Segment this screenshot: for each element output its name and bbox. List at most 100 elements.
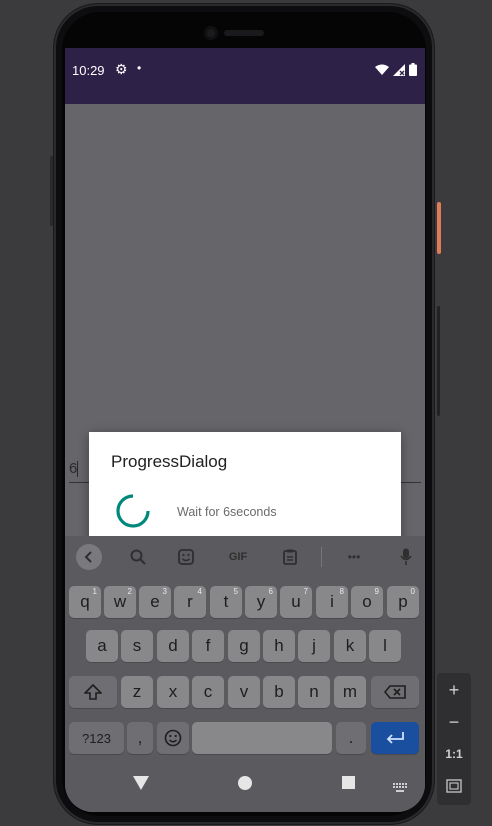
chevron-left-icon: [84, 551, 92, 563]
volume-button[interactable]: [437, 306, 440, 416]
home-nav-icon[interactable]: [238, 776, 252, 795]
text-cursor: [77, 461, 79, 478]
key-h[interactable]: h: [263, 630, 295, 662]
zoom-ratio-button[interactable]: 1:1: [437, 739, 471, 769]
key-label: t: [223, 592, 229, 611]
key-j[interactable]: j: [298, 630, 330, 662]
toolbar-back-button[interactable]: [76, 544, 102, 570]
clipboard-icon[interactable]: [277, 544, 303, 570]
status-icons: [375, 63, 417, 76]
key-x[interactable]: x: [157, 676, 189, 708]
zoom-out-button[interactable]: −: [437, 707, 471, 737]
key-label: w: [113, 592, 127, 611]
wifi-icon: [375, 64, 389, 75]
key-label: o: [362, 592, 372, 611]
key-q[interactable]: q1: [69, 586, 101, 618]
enter-key[interactable]: [371, 722, 419, 754]
key-p[interactable]: p0: [387, 586, 419, 618]
dialog-message: Wait for 6seconds: [177, 505, 277, 519]
speaker-grille: [224, 30, 264, 36]
backspace-icon: [384, 685, 406, 699]
comma-key[interactable]: ,: [127, 722, 153, 754]
symbols-key[interactable]: ?123: [69, 722, 124, 754]
key-label: u: [291, 592, 301, 611]
key-e[interactable]: e3: [139, 586, 171, 618]
key-hint: 6: [268, 587, 273, 596]
key-hint: 1: [92, 587, 97, 596]
fit-screen-icon[interactable]: [437, 771, 471, 801]
edit-text-value: 6: [69, 460, 78, 477]
dialog-title: ProgressDialog: [111, 452, 228, 471]
period-key[interactable]: .: [336, 722, 366, 754]
key-k[interactable]: k: [334, 630, 366, 662]
key-label: r: [187, 592, 193, 611]
progress-spinner-icon: [116, 494, 150, 528]
navigation-bar: [65, 758, 425, 812]
key-hint: 9: [374, 587, 379, 596]
key-o[interactable]: o9: [351, 586, 383, 618]
key-z[interactable]: z: [121, 676, 153, 708]
back-nav-icon[interactable]: [133, 776, 149, 795]
status-bar: 10:29 ⚙ •: [65, 48, 425, 104]
gear-icon: ⚙: [115, 61, 128, 77]
gif-button[interactable]: GIF: [223, 544, 253, 570]
key-m[interactable]: m: [334, 676, 366, 708]
keyboard-switch-icon[interactable]: [393, 780, 407, 798]
toolbar-separator: [321, 547, 322, 567]
backspace-key[interactable]: [371, 676, 419, 708]
key-label: p: [398, 592, 408, 611]
emoji-icon: [164, 729, 182, 747]
key-l[interactable]: l: [369, 630, 401, 662]
more-options-icon[interactable]: •••: [340, 544, 368, 570]
key-i[interactable]: i8: [316, 586, 348, 618]
key-f[interactable]: f: [192, 630, 224, 662]
key-hint: 8: [339, 587, 344, 596]
key-y[interactable]: y6: [245, 586, 277, 618]
key-label: y: [256, 592, 266, 611]
device-screen: 10:29 ⚙ • 6 ProgressDialog Wait for 6sec…: [65, 48, 425, 812]
key-a[interactable]: a: [86, 630, 118, 662]
key-label: e: [150, 592, 160, 611]
edit-text-field[interactable]: 6: [69, 460, 79, 478]
key-label: i: [330, 592, 334, 611]
microphone-icon[interactable]: [393, 544, 419, 570]
key-hint: 3: [162, 587, 167, 596]
notification-dot-icon: •: [137, 61, 142, 75]
shift-icon: [84, 684, 102, 700]
key-b[interactable]: b: [263, 676, 295, 708]
emoji-key[interactable]: [157, 722, 189, 754]
key-label: q: [80, 592, 90, 611]
enter-icon: [386, 732, 404, 744]
key-s[interactable]: s: [121, 630, 153, 662]
key-c[interactable]: c: [192, 676, 224, 708]
left-side-button: [50, 156, 53, 226]
battery-icon: [409, 63, 417, 76]
power-button[interactable]: [437, 202, 441, 254]
key-hint: 5: [233, 587, 238, 596]
keyboard-toolbar: GIF •••: [65, 536, 425, 578]
search-icon[interactable]: [125, 544, 151, 570]
key-hint: 2: [127, 587, 132, 596]
recents-nav-icon[interactable]: [342, 776, 355, 794]
sticker-icon[interactable]: [173, 544, 199, 570]
key-t[interactable]: t5: [210, 586, 242, 618]
key-hint: 7: [303, 587, 308, 596]
key-w[interactable]: w2: [104, 586, 136, 618]
key-v[interactable]: v: [228, 676, 260, 708]
key-u[interactable]: u7: [280, 586, 312, 618]
status-time: 10:29: [72, 63, 105, 78]
key-g[interactable]: g: [228, 630, 260, 662]
camera-icon: [204, 26, 218, 40]
space-key[interactable]: [192, 722, 332, 754]
soft-keyboard: GIF ••• q1 w2 e3 r4 t5 y6 u7 i8 o9 p0 a …: [65, 536, 425, 758]
zoom-in-button[interactable]: +: [437, 675, 471, 705]
signal-icon: [393, 63, 405, 76]
progress-dialog: ProgressDialog Wait for 6seconds: [89, 432, 401, 550]
key-hint: 0: [410, 587, 415, 596]
key-d[interactable]: d: [157, 630, 189, 662]
key-r[interactable]: r4: [174, 586, 206, 618]
key-hint: 4: [197, 587, 202, 596]
shift-key[interactable]: [69, 676, 117, 708]
emulator-zoom-panel: + − 1:1: [437, 673, 471, 805]
key-n[interactable]: n: [298, 676, 330, 708]
